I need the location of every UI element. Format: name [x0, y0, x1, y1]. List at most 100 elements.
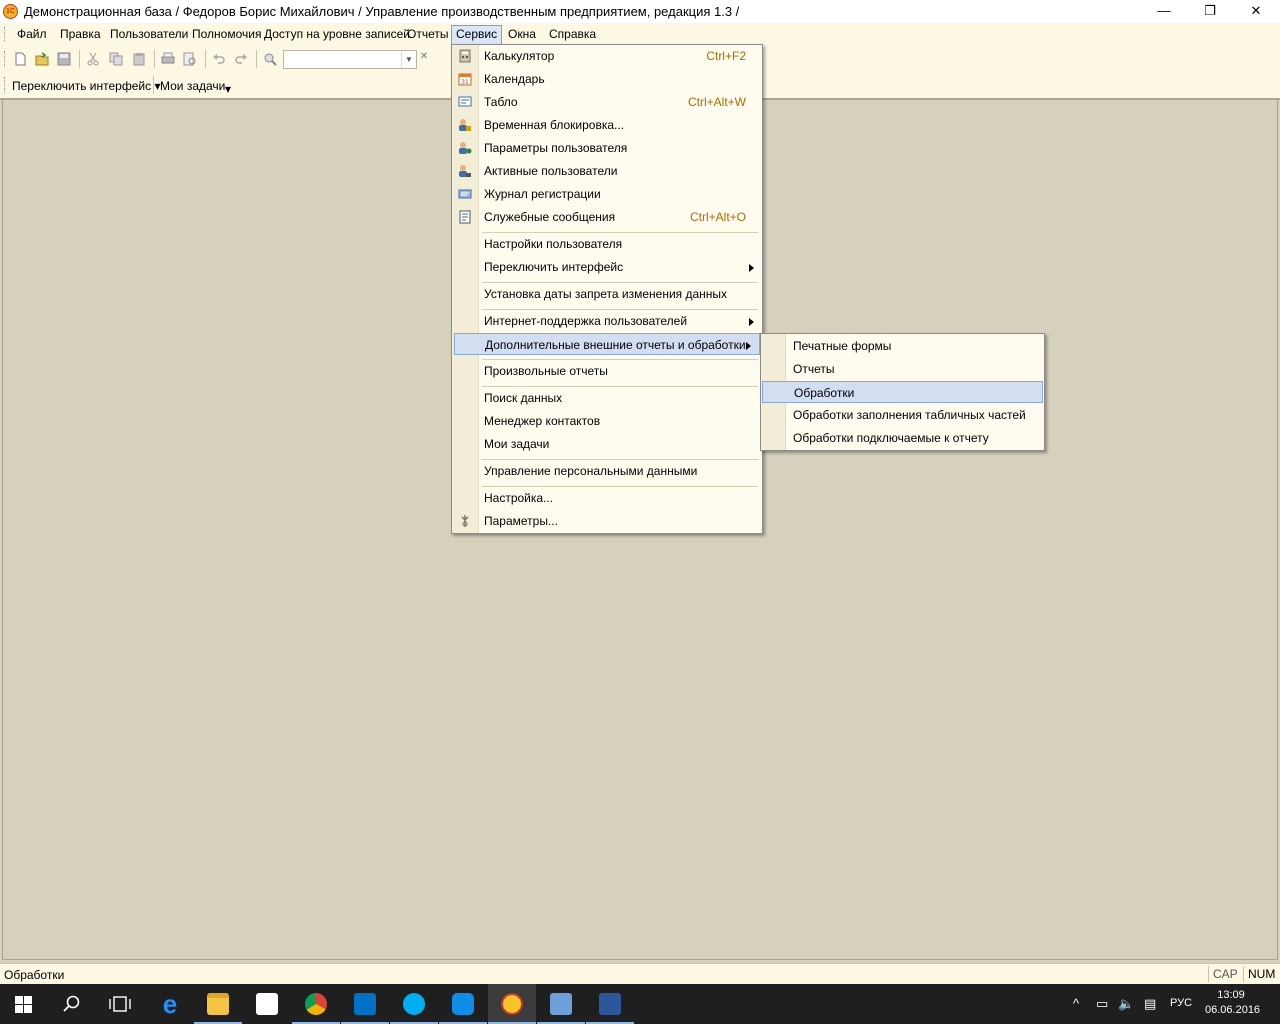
taskbar-teamviewer[interactable] [439, 984, 487, 1024]
menu-file[interactable]: Файл [17, 27, 47, 41]
search-icon [63, 995, 80, 1012]
menu-item-event-log[interactable]: Журнал регистрации [452, 183, 762, 205]
taskbar-1c[interactable] [488, 984, 536, 1024]
menu-item-user-parameters[interactable]: Параметры пользователя [452, 137, 762, 159]
cut-icon[interactable] [86, 52, 100, 66]
caps-lock-indicator: CAP [1208, 966, 1242, 982]
minimize-button[interactable]: — [1141, 0, 1187, 23]
menu-item-label: Временная блокировка... [484, 118, 625, 132]
menu-item-label: Установка даты запрета изменения данных [484, 287, 728, 301]
menu-item-my-tasks[interactable]: Мои задачи [452, 433, 762, 455]
taskbar-explorer[interactable] [194, 984, 242, 1024]
menu-help[interactable]: Справка [549, 27, 596, 41]
taskbar: e ^ ▭ 🔈 ▤ РУС 13:09 06.06.2016 [0, 984, 1280, 1024]
switch-interface-button[interactable]: Переключить интерфейс ▾ [12, 79, 160, 93]
service-menu: Калькулятор Ctrl+F2 31 Календарь Табло C… [451, 44, 763, 534]
taskbar-outlook[interactable] [341, 984, 389, 1024]
submenu-item-table-fill-processing[interactable]: Обработки заполнения табличных частей [761, 404, 1044, 426]
menu-item-temporary-lock[interactable]: Временная блокировка... [452, 114, 762, 136]
copy-icon[interactable] [109, 52, 123, 66]
paste-icon[interactable] [132, 52, 146, 66]
close-button[interactable]: ✕ [1233, 0, 1279, 23]
store-icon [256, 993, 278, 1015]
menu-item-data-search[interactable]: Поиск данных [452, 387, 762, 409]
taskbar-edge[interactable]: e [146, 984, 194, 1024]
menubar-grip[interactable] [4, 27, 7, 41]
menu-item-label: Активные пользователи [484, 164, 618, 178]
menu-item-setup[interactable]: Настройка... [452, 487, 762, 509]
clear-search-icon[interactable]: ✕ [418, 51, 430, 65]
taskbar-word[interactable] [586, 984, 634, 1024]
print-preview-icon[interactable] [183, 52, 197, 66]
submenu-item-report-attached-processing[interactable]: Обработки подключаемые к отчету [761, 427, 1044, 449]
panelbar-grip[interactable] [4, 77, 7, 93]
external-reports-submenu: Печатные формы Отчеты Обработки Обработк… [760, 333, 1045, 451]
menu-item-calendar[interactable]: 31 Календарь [452, 68, 762, 90]
menu-item-calculator[interactable]: Калькулятор Ctrl+F2 [452, 45, 762, 67]
open-icon[interactable] [35, 52, 49, 66]
menu-windows[interactable]: Окна [508, 27, 536, 41]
menu-item-label: Отчеты [793, 362, 835, 376]
save-icon[interactable] [57, 52, 71, 66]
submenu-item-reports[interactable]: Отчеты [761, 358, 1044, 380]
taskbar-chrome[interactable] [292, 984, 340, 1024]
search-combo[interactable]: ▼ [283, 50, 417, 69]
restore-button[interactable]: ❐ [1187, 0, 1233, 23]
menu-permissions[interactable]: Полномочия [192, 27, 261, 41]
my-tasks-dropdown-icon[interactable]: ▾ [225, 82, 231, 96]
undo-icon[interactable] [212, 52, 226, 66]
menu-service[interactable]: Сервис [451, 25, 503, 45]
new-document-icon[interactable] [13, 52, 27, 66]
taskbar-skype[interactable] [390, 984, 438, 1024]
tray-chevron-icon[interactable]: ^ [1073, 996, 1079, 1011]
menu-item-label: Менеджер контактов [484, 414, 601, 428]
chevron-down-icon[interactable]: ▼ [401, 51, 416, 68]
explorer-icon [207, 993, 229, 1015]
menu-item-label: Печатные формы [793, 339, 892, 353]
find-icon[interactable] [263, 52, 277, 66]
start-icon [15, 996, 32, 1013]
menu-item-label: Поиск данных [484, 391, 563, 405]
menu-users[interactable]: Пользователи [110, 27, 188, 41]
menu-item-shortcut: Ctrl+Alt+O [689, 210, 746, 224]
search-button[interactable] [48, 984, 96, 1024]
menu-record-access[interactable]: Доступ на уровне записей [264, 27, 410, 41]
volume-icon[interactable]: 🔈 [1118, 996, 1134, 1012]
window-title: Демонстрационная база / Федоров Борис Ми… [24, 4, 740, 19]
print-icon[interactable] [161, 52, 175, 66]
menu-edit[interactable]: Правка [60, 27, 101, 41]
menu-item-parameters[interactable]: Параметры... [452, 510, 762, 532]
notifications-icon[interactable]: ▤ [1144, 996, 1156, 1012]
menu-item-label: Дополнительные внешние отчеты и обработк… [485, 338, 746, 352]
menu-item-contact-manager[interactable]: Менеджер контактов [452, 410, 762, 432]
toolbar-separator [79, 50, 80, 68]
menu-item-internet-support[interactable]: Интернет-поддержка пользователей [452, 310, 762, 332]
menu-item-switch-interface[interactable]: Переключить интерфейс [452, 256, 762, 278]
input-language[interactable]: РУС [1170, 997, 1192, 1009]
app-logo-icon: 1С [3, 4, 18, 19]
menu-item-external-reports[interactable]: Дополнительные внешние отчеты и обработк… [454, 333, 760, 355]
service-messages-icon [459, 210, 471, 224]
menu-item-user-settings[interactable]: Настройки пользователя [452, 233, 762, 255]
menu-item-custom-reports[interactable]: Произвольные отчеты [452, 360, 762, 382]
network-admin-icon [550, 993, 572, 1015]
taskbar-network-admin[interactable] [537, 984, 585, 1024]
menu-reports[interactable]: Отчеты [407, 27, 448, 41]
clock[interactable]: 13:09 06.06.2016 [1205, 988, 1260, 1018]
submenu-item-print-forms[interactable]: Печатные формы [761, 335, 1044, 357]
start-button[interactable] [0, 984, 48, 1024]
my-tasks-button[interactable]: Мои задачи [160, 79, 225, 93]
menu-item-scoreboard[interactable]: Табло Ctrl+Alt+W [452, 91, 762, 113]
menu-item-label: Управление персональными данными [484, 464, 698, 478]
task-view-button[interactable] [96, 984, 144, 1024]
network-icon[interactable]: ▭ [1096, 996, 1108, 1012]
menu-item-active-users[interactable]: Активные пользователи [452, 160, 762, 182]
menu-item-edit-lock-date[interactable]: Установка даты запрета изменения данных [452, 283, 762, 305]
menu-item-service-messages[interactable]: Служебные сообщения Ctrl+Alt+O [452, 206, 762, 228]
redo-icon[interactable] [234, 52, 248, 66]
menu-item-personal-data[interactable]: Управление персональными данными [452, 460, 762, 482]
menu-item-label: Параметры... [484, 514, 558, 528]
taskbar-store[interactable] [243, 984, 291, 1024]
submenu-item-processing[interactable]: Обработки [762, 381, 1043, 403]
toolbar-grip[interactable] [4, 51, 7, 67]
